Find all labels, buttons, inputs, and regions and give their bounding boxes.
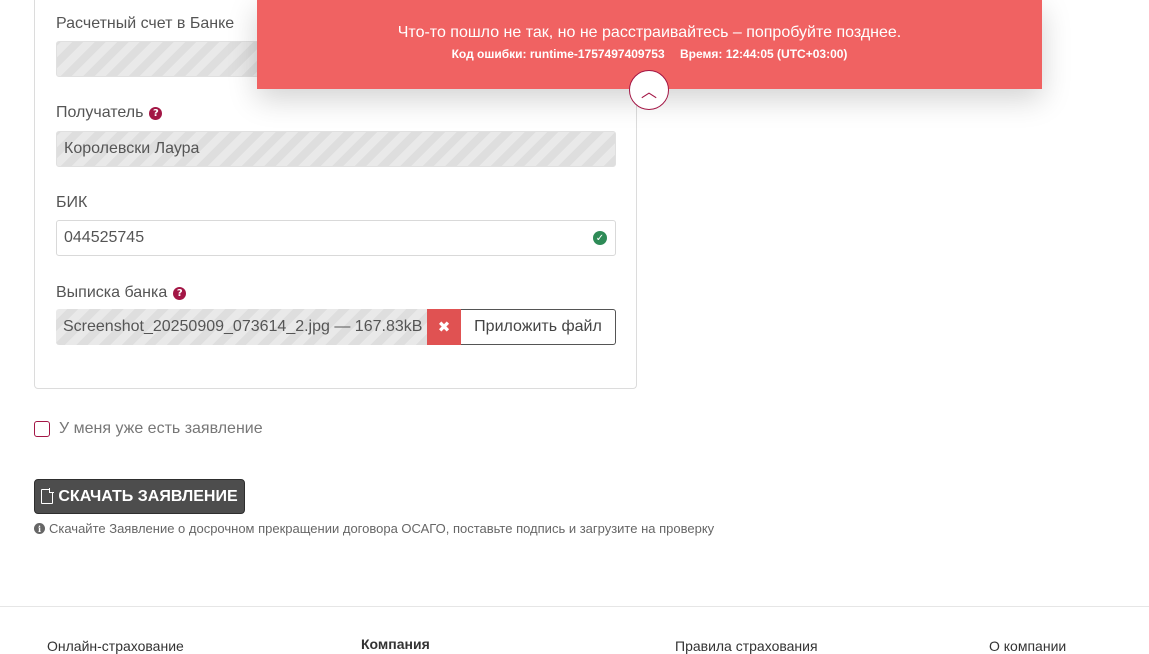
recipient-label: Получатель ? xyxy=(56,104,163,122)
footer-link-online-insurance[interactable]: Онлайн-страхование xyxy=(47,638,184,654)
bik-input[interactable]: 044525745 ✓ xyxy=(56,220,616,256)
error-time: Время: 12:44:05 (UTC+03:00) xyxy=(679,47,848,61)
bank-account-label: Расчетный счет в Банке xyxy=(56,15,235,32)
footer-link-insurance-rules[interactable]: Правила страхования xyxy=(675,638,818,654)
error-code: Код ошибки: runtime-1757497409753 xyxy=(451,47,665,61)
remove-file-button[interactable]: ✖ xyxy=(427,309,461,345)
file-pdf-icon xyxy=(41,488,55,504)
check-circle-icon: ✓ xyxy=(593,231,607,245)
question-circle-icon[interactable]: ? xyxy=(149,106,163,120)
times-icon: ✖ xyxy=(437,318,451,336)
download-application-button[interactable]: СКАЧАТЬ ЗАЯВЛЕНИЕ xyxy=(34,479,245,514)
footer-heading-company: Компания xyxy=(361,636,430,652)
error-toast-message: Что-то пошло не так, но не расстраивайте… xyxy=(397,24,902,41)
footer-divider xyxy=(0,606,1149,607)
error-toast-details: Код ошибки: runtime-1757497409753 Время:… xyxy=(257,47,1042,61)
bank-statement-label: Выписка банка ? xyxy=(56,284,187,302)
recipient-field: Королевски Лаура xyxy=(56,131,616,167)
has-application-label[interactable]: У меня уже есть заявление xyxy=(59,420,263,438)
attach-file-button[interactable]: Приложить файл xyxy=(461,309,616,345)
collapse-toast-button[interactable]: ︿ xyxy=(629,70,669,110)
question-circle-icon[interactable]: ? xyxy=(173,286,187,300)
bik-label: БИК xyxy=(56,194,88,211)
download-hint: i Скачайте Заявление о досрочном прекращ… xyxy=(34,521,714,536)
chevron-up-icon: ︿ xyxy=(640,82,657,101)
info-circle-icon: i xyxy=(34,523,45,534)
has-application-checkbox[interactable] xyxy=(34,421,50,437)
bank-statement-file-name: Screenshot_20250909_073614_2.jpg — 167.8… xyxy=(56,309,427,345)
footer-link-about[interactable]: О компании xyxy=(989,638,1066,654)
